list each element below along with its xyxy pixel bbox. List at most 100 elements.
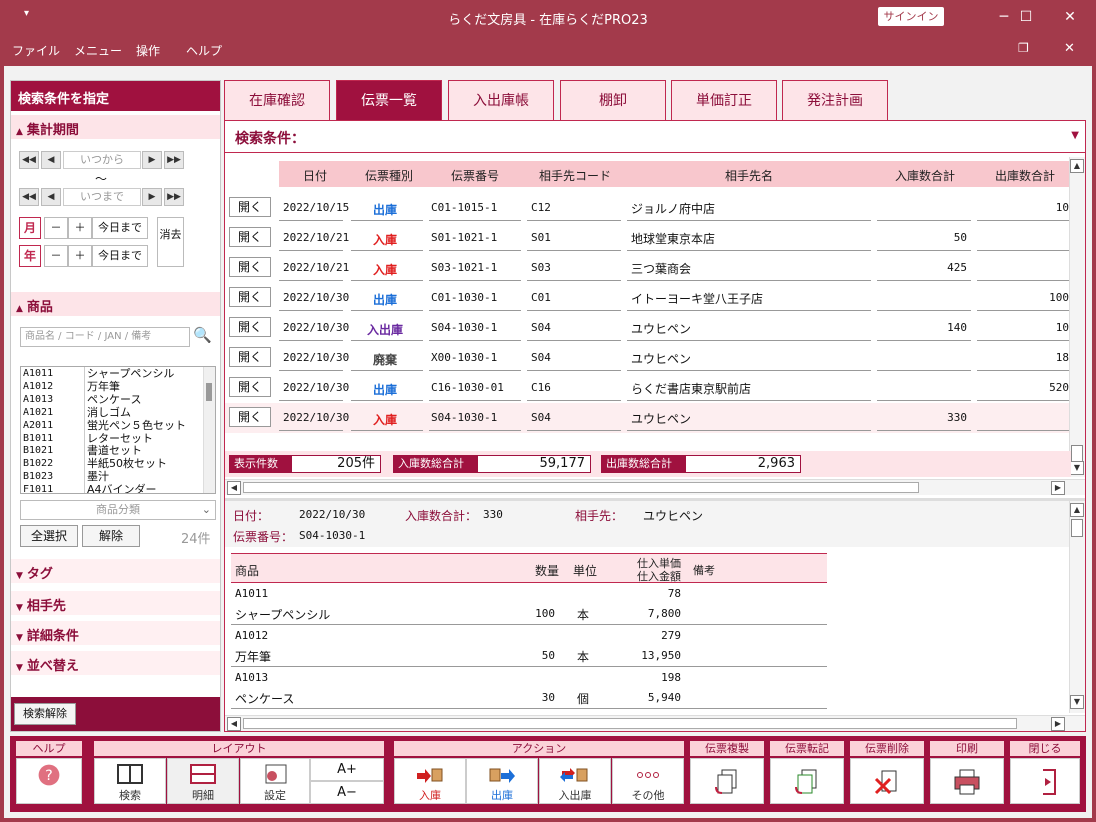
product-list-item[interactable]: A1011 シャープペンシル <box>21 367 207 380</box>
table-row[interactable]: 開く 2022/10/21 入庫 S03-1021-1 S03 三つ葉商会 425 <box>225 253 1071 283</box>
product-list-item[interactable]: B1021 書道セット <box>21 444 207 457</box>
last-icon[interactable]: ▶▶ <box>164 188 184 206</box>
prev-icon[interactable]: ◀ <box>41 151 61 169</box>
grid-hscroll[interactable]: ◀ ▶ <box>225 479 1085 495</box>
settings-button[interactable]: 設定 <box>240 758 310 804</box>
print-button[interactable] <box>930 758 1004 804</box>
open-slip-button[interactable]: 開く <box>229 407 271 427</box>
col-in-total[interactable]: 入庫数合計 <box>895 167 955 184</box>
next-icon[interactable]: ▶ <box>142 151 162 169</box>
tab-price-fix[interactable]: 単価訂正 <box>671 80 777 120</box>
detail-hscroll[interactable]: ◀ ▶ <box>225 715 1085 731</box>
col-partner-name[interactable]: 相手先名 <box>725 167 773 184</box>
search-icon[interactable]: 🔍 <box>193 326 212 344</box>
menu-help[interactable]: ヘルプ <box>186 42 222 59</box>
scroll-thumb[interactable] <box>1071 519 1083 537</box>
product-list-item[interactable]: A1013 ペンケース <box>21 393 207 406</box>
first-icon[interactable]: ◀◀ <box>19 188 39 206</box>
select-all-button[interactable]: 全選択 <box>20 525 78 547</box>
scroll-up-icon[interactable]: ▲ <box>1070 503 1084 517</box>
category-select[interactable]: 商品分類 ⌄ <box>20 500 216 520</box>
search-condition-bar[interactable]: 検索条件： ▼ <box>225 121 1085 153</box>
detail-row[interactable]: A1013 ペンケース 30 個 198 5,940 <box>225 667 1071 709</box>
menu-file[interactable]: ファイル <box>12 42 60 59</box>
table-row[interactable]: 開く 2022/10/15 出庫 C01-1015-1 C12 ジョルノ府中店 10 <box>225 193 1071 223</box>
col-kind[interactable]: 伝票種別 <box>365 167 413 184</box>
open-slip-button[interactable]: 開く <box>229 377 271 397</box>
close-icon[interactable]: ✕ <box>1052 5 1088 29</box>
scroll-down-icon[interactable]: ▼ <box>1070 461 1084 475</box>
grid-vscroll[interactable]: ▲ ▼ <box>1069 157 1085 477</box>
table-row[interactable]: 開く 2022/10/30 出庫 C01-1030-1 C01 イトーヨーキ堂八王子店 10… <box>225 283 1071 313</box>
scroll-right-icon[interactable]: ▶ <box>1051 717 1065 731</box>
restore-icon[interactable]: ❐ <box>1018 41 1029 55</box>
product-section-header[interactable]: ▲ 商品 <box>11 292 220 316</box>
close-button[interactable] <box>1010 758 1080 804</box>
scroll-up-icon[interactable]: ▲ <box>1070 159 1084 173</box>
partner-section-header[interactable]: ▼ 相手先 <box>11 591 220 615</box>
detail-section-header[interactable]: ▼ 詳細条件 <box>11 621 220 645</box>
scroll-left-icon[interactable]: ◀ <box>227 481 241 495</box>
product-list-item[interactable]: F1011 A4バインダー <box>21 483 207 493</box>
table-row[interactable]: 開く 2022/10/21 入庫 S01-1021-1 S01 地球堂東京本店 50 <box>225 223 1071 253</box>
dropdown-icon[interactable]: ▼ <box>1071 130 1079 141</box>
next-icon[interactable]: ▶ <box>142 188 162 206</box>
receive-button[interactable]: 入庫 <box>394 758 466 804</box>
scroll-right-icon[interactable]: ▶ <box>1051 481 1065 495</box>
open-slip-button[interactable]: 開く <box>229 347 271 367</box>
year-today-button[interactable]: 今日まで <box>92 245 148 267</box>
col-out-total[interactable]: 出庫数合計 <box>995 167 1055 184</box>
detail-vscroll[interactable]: ▲ ▼ <box>1069 501 1085 713</box>
table-row[interactable]: 開く 2022/10/30 入出庫 S04-1030-1 S04 ユウヒペン 140 10 <box>225 313 1071 343</box>
col-no[interactable]: 伝票番号 <box>451 167 499 184</box>
detail-row[interactable]: A1011 シャープペンシル 100 本 78 7,800 <box>225 583 1071 625</box>
product-search-input[interactable]: 商品名 / コード / JAN / 備考 <box>20 327 190 347</box>
product-list-item[interactable]: B1011 レターセット <box>21 432 207 445</box>
clear-period-button[interactable]: 消去 <box>157 217 184 267</box>
detail-row[interactable]: A1012 万年筆 50 本 279 13,950 <box>225 625 1071 667</box>
clear-search-button[interactable]: 検索解除 <box>14 703 76 725</box>
open-slip-button[interactable]: 開く <box>229 257 271 277</box>
signin-button[interactable]: サインイン <box>878 7 944 26</box>
font-down-button[interactable]: A− <box>310 781 384 804</box>
product-list[interactable]: A1011 シャープペンシル A1012 万年筆 A1013 ペンケース A1021 消しゴム… <box>20 366 216 494</box>
open-slip-button[interactable]: 開く <box>229 227 271 247</box>
scroll-left-icon[interactable]: ◀ <box>227 717 241 731</box>
table-row[interactable]: 開く 2022/10/30 入庫 S04-1030-1 S04 ユウヒペン 330 <box>225 403 1071 433</box>
month-today-button[interactable]: 今日まで <box>92 217 148 239</box>
ship-button[interactable]: 出庫 <box>466 758 538 804</box>
sort-section-header[interactable]: ▼ 並べ替え <box>11 651 220 675</box>
other-button[interactable]: その他 <box>612 758 684 804</box>
product-list-item[interactable]: A1012 万年筆 <box>21 380 207 393</box>
month-minus-button[interactable]: － <box>44 217 68 239</box>
transfer-slip-button[interactable] <box>770 758 844 804</box>
close-doc-icon[interactable]: ✕ <box>1064 41 1075 56</box>
tab-inventory[interactable]: 棚卸 <box>560 80 666 120</box>
tab-inout-book[interactable]: 入出庫帳 <box>448 80 554 120</box>
open-slip-button[interactable]: 開く <box>229 287 271 307</box>
product-list-item[interactable]: A1021 消しゴム <box>21 406 207 419</box>
menu-operation[interactable]: 操作 <box>136 42 160 59</box>
deselect-button[interactable]: 解除 <box>82 525 140 547</box>
tab-order-plan[interactable]: 発注計画 <box>782 80 888 120</box>
tab-slip-list[interactable]: 伝票一覧 <box>336 80 442 120</box>
period-section-header[interactable]: ▲ 集計期間 <box>11 115 220 139</box>
month-plus-button[interactable]: ＋ <box>68 217 92 239</box>
help-button[interactable]: ? <box>16 758 82 804</box>
menu-menu[interactable]: メニュー <box>74 42 122 59</box>
date-from-input[interactable]: いつから <box>63 151 141 169</box>
hscroll-thumb[interactable] <box>243 482 919 493</box>
year-minus-button[interactable]: － <box>44 245 68 267</box>
first-icon[interactable]: ◀◀ <box>19 151 39 169</box>
date-to-input[interactable]: いつまで <box>63 188 141 206</box>
tab-stock[interactable]: 在庫確認 <box>224 80 330 120</box>
hscroll-thumb[interactable] <box>243 718 1017 729</box>
col-date[interactable]: 日付 <box>303 167 327 184</box>
search-layout-button[interactable]: 検索 <box>94 758 166 804</box>
product-list-item[interactable]: B1023 墨汁 <box>21 470 207 483</box>
product-list-item[interactable]: A2011 蛍光ペン５色セット <box>21 419 207 432</box>
detail-layout-button[interactable]: 明細 <box>167 758 239 804</box>
product-list-item[interactable]: B1022 半紙50枚セット <box>21 457 207 470</box>
open-slip-button[interactable]: 開く <box>229 197 271 217</box>
scroll-down-icon[interactable]: ▼ <box>1070 695 1084 709</box>
